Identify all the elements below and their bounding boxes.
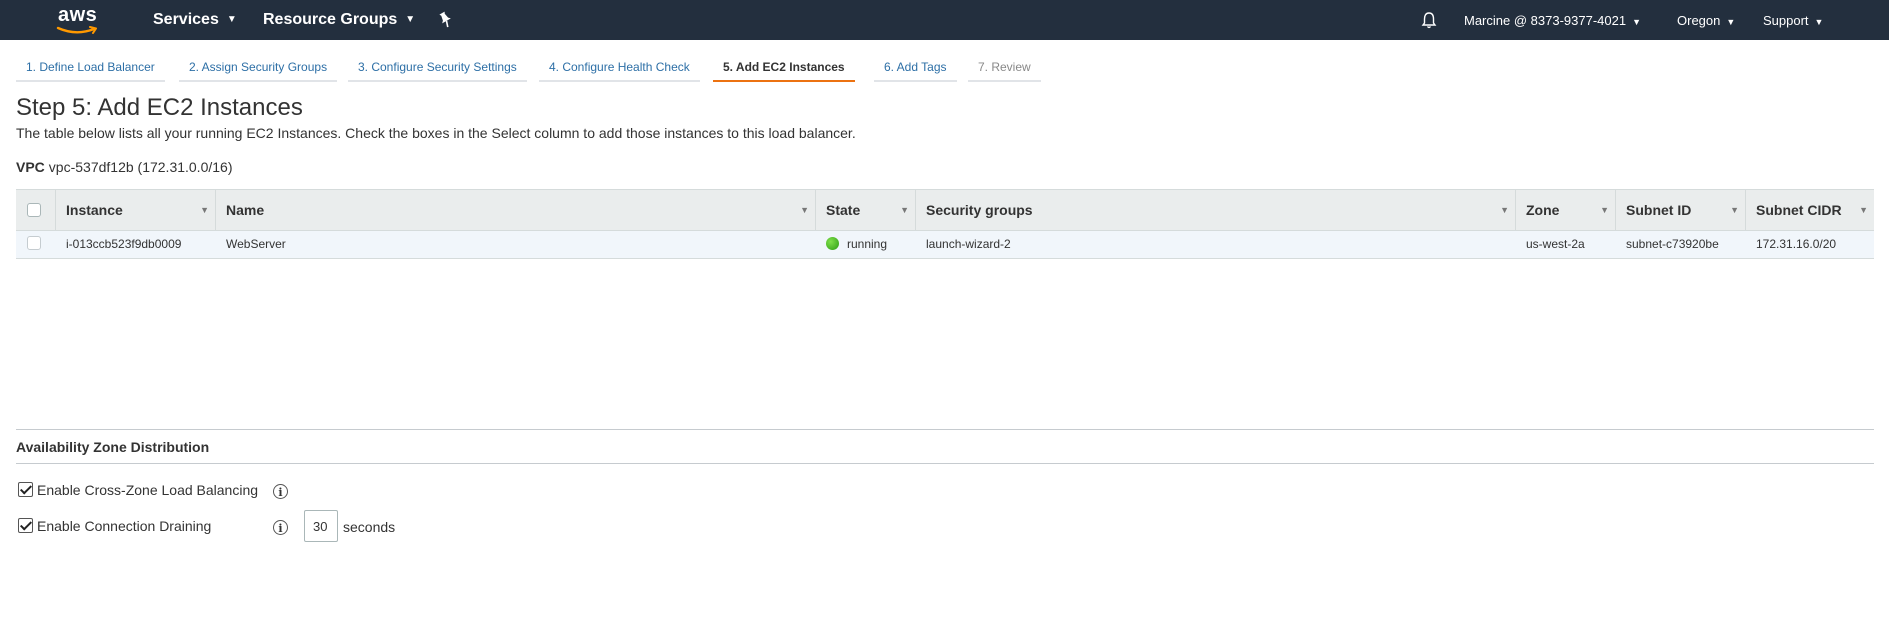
resource-groups-label: Resource Groups xyxy=(263,11,398,29)
region-label: Oregon xyxy=(1677,13,1721,28)
column-label: Subnet ID xyxy=(1626,202,1692,218)
aws-smile-icon xyxy=(56,26,97,34)
sort-icon: ▼ xyxy=(800,205,809,215)
column-label: Subnet CIDR xyxy=(1756,202,1842,218)
subnet-cidr-cell: 172.31.16.0/20 xyxy=(1756,237,1837,251)
zone-cell: us-west-2a xyxy=(1526,237,1585,251)
page-title: Step 5: Add EC2 Instances xyxy=(16,94,303,121)
tab-configure-security-settings[interactable]: 3. Configure Security Settings xyxy=(348,54,527,82)
tab-assign-security-groups[interactable]: 2. Assign Security Groups xyxy=(179,54,338,82)
security-groups-cell: launch-wizard-2 xyxy=(926,237,1011,251)
cross-zone-checkbox[interactable] xyxy=(18,482,33,497)
page-description: The table below lists all your running E… xyxy=(16,125,856,141)
az-distribution-title: Availability Zone Distribution xyxy=(16,439,210,455)
instance-name-cell: WebServer xyxy=(226,237,286,251)
sort-icon: ▼ xyxy=(1500,205,1509,215)
column-header-zone[interactable]: Zone ▼ xyxy=(1516,190,1616,230)
cross-zone-option: Enable Cross-Zone Load Balancing xyxy=(18,482,258,498)
chevron-down-icon: ▼ xyxy=(226,14,237,25)
account-menu[interactable]: Marcine @ 8373-9377-4021 ▼ xyxy=(1464,0,1641,40)
seconds-label: seconds xyxy=(343,519,396,535)
vpc-value: vpc-537df12b (172.31.0.0/16) xyxy=(48,159,233,175)
column-header-subnet-cidr[interactable]: Subnet CIDR ▼ xyxy=(1746,190,1874,230)
column-header-name[interactable]: Name ▼ xyxy=(216,190,816,230)
tab-define-load-balancer[interactable]: 1. Define Load Balancer xyxy=(16,54,165,82)
top-navigation-bar: aws Services ▼ Resource Groups ▼ Marcine @… xyxy=(0,0,1889,40)
instance-state-cell: running xyxy=(816,231,887,258)
aws-logo[interactable]: aws xyxy=(56,4,100,34)
column-label: Name xyxy=(226,202,265,218)
sort-icon: ▼ xyxy=(1859,205,1868,215)
section-divider xyxy=(16,429,1874,430)
support-menu[interactable]: Support ▼ xyxy=(1763,0,1823,40)
table-row[interactable]: i-013ccb523f9db0009 WebServer running la… xyxy=(16,231,1874,259)
column-header-instance[interactable]: Instance ▼ xyxy=(56,190,216,230)
select-all-cell xyxy=(16,190,56,230)
info-icon[interactable]: i xyxy=(273,484,288,499)
vpc-label: VPC xyxy=(16,159,45,175)
services-menu[interactable]: Services ▼ xyxy=(153,0,237,40)
instances-table: Instance ▼ Name ▼ State ▼ Security groups ▼ … xyxy=(16,189,1874,259)
column-header-state[interactable]: State ▼ xyxy=(816,190,916,230)
vpc-info: VPC vpc-537df12b (172.31.0.0/16) xyxy=(16,159,233,175)
tab-add-ec2-instances[interactable]: 5. Add EC2 Instances xyxy=(713,54,855,82)
connection-draining-label: Enable Connection Draining xyxy=(37,518,212,534)
services-label: Services xyxy=(153,11,219,29)
subnet-id-cell: subnet-c73920be xyxy=(1626,237,1719,251)
table-header: Instance ▼ Name ▼ State ▼ Security groups ▼ … xyxy=(16,189,1874,231)
column-label: Zone xyxy=(1526,202,1560,218)
account-label: Marcine @ 8373-9377-4021 xyxy=(1464,13,1627,28)
connection-draining-checkbox[interactable] xyxy=(18,518,33,533)
aws-logo-text: aws xyxy=(58,4,98,26)
tab-review: 7. Review xyxy=(968,54,1041,82)
connection-draining-option: Enable Connection Draining xyxy=(18,518,211,534)
info-icon[interactable]: i xyxy=(273,520,288,535)
chevron-down-icon: ▼ xyxy=(1726,17,1736,27)
column-label: State xyxy=(826,202,861,218)
column-header-security-groups[interactable]: Security groups ▼ xyxy=(916,190,1516,230)
sort-icon: ▼ xyxy=(900,205,909,215)
instance-id-cell: i-013ccb523f9db0009 xyxy=(66,237,182,251)
chevron-down-icon: ▼ xyxy=(1814,17,1824,27)
section-divider xyxy=(16,463,1874,464)
column-header-subnet-id[interactable]: Subnet ID ▼ xyxy=(1616,190,1746,230)
draining-timeout-input[interactable] xyxy=(304,510,338,542)
row-select-checkbox[interactable] xyxy=(27,236,41,250)
region-menu[interactable]: Oregon ▼ xyxy=(1677,0,1735,40)
chevron-down-icon: ▼ xyxy=(1632,17,1641,27)
column-label: Instance xyxy=(66,202,123,218)
resource-groups-menu[interactable]: Resource Groups ▼ xyxy=(263,0,415,40)
cross-zone-label: Enable Cross-Zone Load Balancing xyxy=(37,482,259,498)
chevron-down-icon: ▼ xyxy=(405,14,416,25)
support-label: Support xyxy=(1763,13,1809,28)
tab-add-tags[interactable]: 6. Add Tags xyxy=(874,54,957,82)
bell-icon[interactable] xyxy=(1421,11,1437,29)
pin-icon[interactable] xyxy=(438,11,454,29)
status-running-icon xyxy=(826,237,839,250)
sort-icon: ▼ xyxy=(200,205,209,215)
tab-configure-health-check[interactable]: 4. Configure Health Check xyxy=(539,54,700,82)
state-text: running xyxy=(847,237,888,251)
column-label: Security groups xyxy=(926,202,1033,218)
select-all-checkbox[interactable] xyxy=(27,203,41,217)
sort-icon: ▼ xyxy=(1600,205,1609,215)
sort-icon: ▼ xyxy=(1730,205,1739,215)
